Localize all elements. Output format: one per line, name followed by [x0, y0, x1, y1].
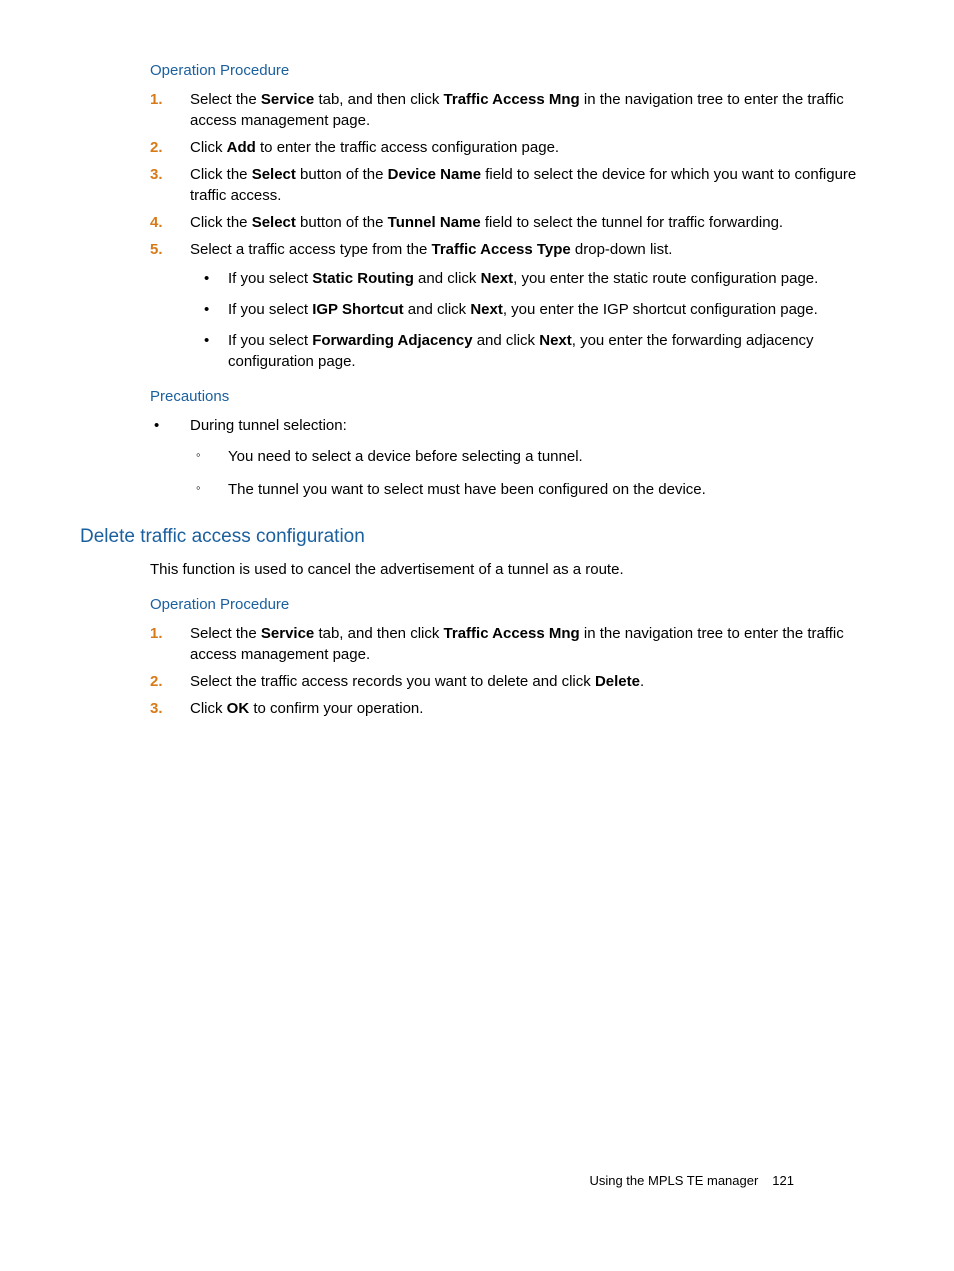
text: Select the [190, 625, 261, 642]
text: If you select [228, 270, 312, 287]
step-1: 1. Select the Service tab, and then clic… [150, 623, 874, 665]
bold: Select [252, 214, 296, 231]
steps-list-2: 1. Select the Service tab, and then clic… [150, 623, 874, 719]
text: Click the [190, 166, 252, 183]
page: Operation Procedure 1. Select the Servic… [80, 60, 874, 1230]
heading-operation-procedure: Operation Procedure [150, 60, 874, 81]
step-2: 2. Select the traffic access records you… [150, 671, 874, 692]
text: tab, and then click [314, 625, 443, 642]
heading-precautions: Precautions [150, 386, 874, 407]
text: tab, and then click [314, 91, 443, 108]
bold: Delete [595, 673, 640, 690]
bold: Forwarding Adjacency [312, 332, 472, 349]
circle-item: The tunnel you want to select must have … [190, 479, 874, 500]
step-number: 2. [150, 137, 163, 158]
bold: Service [261, 91, 314, 108]
step-3: 3. Click the Select button of the Device… [150, 164, 874, 206]
text: If you select [228, 332, 312, 349]
circle-list: You need to select a device before selec… [190, 446, 874, 500]
step-number: 2. [150, 671, 163, 692]
step-3: 3. Click OK to confirm your operation. [150, 698, 874, 719]
bold: Add [227, 139, 256, 156]
text: to enter the traffic access configuratio… [256, 139, 559, 156]
text: drop-down list. [571, 241, 673, 258]
delete-intro: This function is used to cancel the adve… [150, 559, 874, 580]
text: button of the [296, 214, 388, 231]
bold: Service [261, 625, 314, 642]
bold: IGP Shortcut [312, 301, 403, 318]
circle-item: You need to select a device before selec… [190, 446, 874, 467]
text: button of the [296, 166, 388, 183]
bullet-item: If you select Forwarding Adjacency and c… [190, 330, 874, 372]
bold: Next [539, 332, 572, 349]
text: The tunnel you want to select must have … [228, 481, 706, 498]
precautions-list: During tunnel selection: You need to sel… [150, 415, 874, 500]
step-number: 5. [150, 239, 163, 260]
text: Click [190, 139, 227, 156]
text: and click [404, 301, 471, 318]
bold: Next [470, 301, 503, 318]
bold: Static Routing [312, 270, 414, 287]
bullet-item: If you select Static Routing and click N… [190, 268, 874, 289]
text: Select the traffic access records you wa… [190, 673, 595, 690]
bold: Tunnel Name [388, 214, 481, 231]
text: to confirm your operation. [249, 700, 423, 717]
text: , you enter the IGP shortcut configurati… [503, 301, 818, 318]
bullet-item: If you select IGP Shortcut and click Nex… [190, 299, 874, 320]
text: , you enter the static route configurati… [513, 270, 818, 287]
step-number: 3. [150, 164, 163, 185]
text: You need to select a device before selec… [228, 448, 583, 465]
step-number: 1. [150, 623, 163, 644]
bold: Traffic Access Mng [444, 91, 580, 108]
step-number: 3. [150, 698, 163, 719]
step-number: 4. [150, 212, 163, 233]
step-5: 5. Select a traffic access type from the… [150, 239, 874, 372]
heading-delete-section: Delete traffic access configuration [80, 524, 874, 551]
step-number: 1. [150, 89, 163, 110]
page-number: 121 [772, 1173, 794, 1188]
text: If you select [228, 301, 312, 318]
text: Click the [190, 214, 252, 231]
step-2: 2. Click Add to enter the traffic access… [150, 137, 874, 158]
text: Click [190, 700, 227, 717]
text: . [640, 673, 644, 690]
operation-procedure-1: Operation Procedure 1. Select the Servic… [150, 60, 874, 719]
text: and click [414, 270, 481, 287]
step-4: 4. Click the Select button of the Tunnel… [150, 212, 874, 233]
text: field to select the tunnel for traffic f… [481, 214, 783, 231]
text: Select a traffic access type from the [190, 241, 432, 258]
footer-text: Using the MPLS TE manager [589, 1173, 758, 1188]
step-1: 1. Select the Service tab, and then clic… [150, 89, 874, 131]
bold: Next [481, 270, 514, 287]
steps-list-1: 1. Select the Service tab, and then clic… [150, 89, 874, 372]
bold: Traffic Access Type [432, 241, 571, 258]
text: Select the [190, 91, 261, 108]
bullet-item: During tunnel selection: You need to sel… [150, 415, 874, 500]
text: During tunnel selection: [190, 417, 347, 434]
page-footer: Using the MPLS TE manager 121 [589, 1172, 794, 1190]
heading-operation-procedure-2: Operation Procedure [150, 594, 874, 615]
sub-bullets: If you select Static Routing and click N… [190, 268, 874, 372]
bold: OK [227, 700, 250, 717]
bold: Device Name [388, 166, 481, 183]
bold: Traffic Access Mng [444, 625, 580, 642]
text: and click [473, 332, 540, 349]
bold: Select [252, 166, 296, 183]
